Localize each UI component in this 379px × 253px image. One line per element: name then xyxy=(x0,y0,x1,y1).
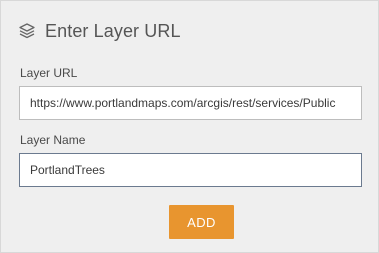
layer-name-label: Layer Name xyxy=(20,133,86,147)
add-button[interactable]: ADD xyxy=(169,205,234,239)
layers-icon xyxy=(18,22,36,40)
panel-title: Enter Layer URL xyxy=(45,20,181,41)
layer-name-input[interactable] xyxy=(19,153,362,187)
panel-header: Enter Layer URL xyxy=(18,19,181,43)
enter-layer-url-panel: Enter Layer URL Layer URL Layer Name ADD xyxy=(0,0,379,253)
layer-url-label: Layer URL xyxy=(20,66,78,80)
layer-url-input[interactable] xyxy=(19,86,362,120)
